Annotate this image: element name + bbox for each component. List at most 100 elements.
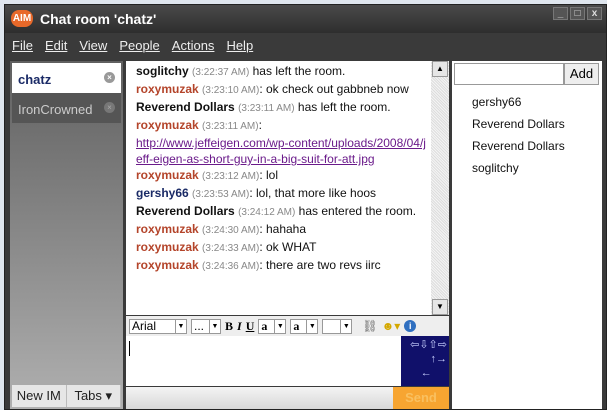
sender-name[interactable]: roxymuzak: [136, 258, 199, 272]
timestamp: (3:24:33 AM): [202, 243, 260, 254]
message-text: has entered the room.: [295, 204, 417, 218]
italic-button[interactable]: I: [237, 319, 242, 334]
sender-name[interactable]: soglitchy: [136, 64, 189, 78]
message-text: has left the room.: [294, 100, 391, 114]
people-panel: Add gershy66 Reverend Dollars Reverend Dol…: [452, 61, 602, 409]
chat-window: AIM Chat room 'chatz' _ □ x File Edit Vi…: [4, 4, 607, 410]
chat-message: gershy66 (3:23:53 AM): lol, that more li…: [136, 185, 431, 203]
chat-scrollbar[interactable]: ▲ ▼: [431, 61, 449, 315]
menu-actions[interactable]: Actions: [172, 38, 215, 53]
font-select[interactable]: Arial ▼: [129, 318, 187, 334]
scroll-up-icon[interactable]: ▲: [432, 61, 448, 77]
style-select[interactable]: ▼: [322, 318, 353, 334]
chat-message: roxymuzak (3:23:12 AM): lol: [136, 167, 431, 185]
chat-message: roxymuzak (3:23:10 AM): ok check out gab…: [136, 81, 431, 99]
person-item[interactable]: Reverend Dollars: [472, 113, 565, 135]
person-item[interactable]: Reverend Dollars: [472, 135, 565, 157]
chevron-down-icon: ▼: [175, 319, 186, 333]
timestamp: (3:23:10 AM): [202, 85, 260, 96]
menu-people[interactable]: People: [119, 38, 159, 53]
size-value: ...: [194, 319, 205, 333]
close-button[interactable]: x: [587, 7, 602, 20]
chat-message: Reverend Dollars (3:23:11 AM) has left t…: [136, 99, 431, 117]
tab-ironcrowned[interactable]: IronCrowned ×: [12, 93, 121, 123]
font-value: Arial: [132, 319, 157, 333]
timestamp: (3:23:11 AM): [238, 103, 295, 114]
message-text: : lol: [259, 168, 278, 182]
message-text: : lol, that more like hoos: [249, 186, 377, 200]
add-person-input[interactable]: [454, 63, 564, 85]
message-text: has left the room.: [249, 64, 346, 78]
message-text: :: [258, 118, 262, 132]
sender-name[interactable]: roxymuzak: [136, 222, 199, 236]
menu-file[interactable]: File: [12, 38, 33, 53]
chat-message: roxymuzak (3:23:11 AM): http://www.jeffei…: [136, 117, 431, 167]
person-item[interactable]: soglitchy: [472, 157, 565, 179]
link-icon[interactable]: ⛓: [362, 319, 377, 333]
menu-view[interactable]: View: [79, 38, 107, 53]
tab-label: IronCrowned: [18, 102, 93, 117]
close-tab-icon[interactable]: ×: [104, 102, 115, 113]
message-text: : ok WHAT: [259, 240, 317, 254]
smiley-icon[interactable]: ☻▾: [382, 319, 401, 333]
timestamp: (3:23:53 AM): [192, 189, 250, 200]
maximize-button[interactable]: □: [570, 7, 585, 20]
sender-name[interactable]: gershy66: [136, 186, 189, 200]
menu-bar: File Edit View People Actions Help: [5, 34, 606, 56]
people-list: gershy66 Reverend Dollars Reverend Dollars…: [472, 91, 565, 179]
title-bar[interactable]: AIM Chat room 'chatz' _ □ x: [5, 5, 606, 33]
chevron-down-icon: ▼: [209, 319, 220, 333]
chevron-down-icon: ▼: [306, 319, 317, 333]
chevron-down-icon: ▼: [274, 319, 285, 333]
timestamp: (3:23:12 AM): [202, 171, 260, 182]
close-tab-icon[interactable]: ×: [104, 72, 115, 83]
timestamp: (3:24:12 AM): [238, 207, 296, 218]
sender-name[interactable]: roxymuzak: [136, 240, 199, 254]
message-text: : ok check out gabbneb now: [259, 82, 409, 96]
tab-sidebar: chatz × IronCrowned × New IM Tabs ▾: [10, 61, 123, 409]
person-item[interactable]: gershy66: [472, 91, 565, 113]
text-color-value: a: [261, 318, 268, 333]
message-text: : hahaha: [259, 222, 307, 236]
scroll-down-icon[interactable]: ▼: [432, 299, 448, 315]
chat-message: Reverend Dollars (3:24:12 AM) has entere…: [136, 203, 431, 221]
chat-message: roxymuzak (3:24:30 AM): hahaha: [136, 221, 431, 239]
chat-message: soglitchy (3:22:37 AM) has left the room…: [136, 63, 431, 81]
text-caret: [129, 341, 130, 356]
info-icon[interactable]: i: [404, 320, 417, 332]
bg-color-value: a: [293, 318, 300, 333]
timestamp: (3:23:11 AM): [202, 121, 259, 132]
menu-help[interactable]: Help: [226, 38, 253, 53]
message-input[interactable]: ⇦⇩⇧⇨ ↑→ ←: [126, 336, 449, 386]
size-select[interactable]: ... ▼: [191, 318, 221, 334]
bold-button[interactable]: B: [225, 319, 233, 334]
chat-log: soglitchy (3:22:37 AM) has left the room…: [126, 61, 431, 315]
chat-message: roxymuzak (3:24:36 AM): there are two re…: [136, 257, 431, 275]
tab-chatz[interactable]: chatz ×: [12, 63, 121, 93]
sender-name[interactable]: Reverend Dollars: [136, 100, 235, 114]
text-color-button[interactable]: a ▼: [258, 318, 287, 334]
window-title: Chat room 'chatz': [40, 11, 157, 27]
message-link[interactable]: http://www.jeffeigen.com/wp-content/uplo…: [136, 136, 426, 166]
sender-name[interactable]: Reverend Dollars: [136, 204, 235, 218]
sender-name[interactable]: roxymuzak: [136, 118, 199, 132]
format-toolbar: Arial ▼ ... ▼ B I U a ▼ a ▼ ▼ ⛓ ☻▾ i: [126, 316, 449, 336]
add-button[interactable]: Add: [564, 63, 599, 85]
background-color-button[interactable]: a ▼: [290, 318, 319, 334]
chat-message: roxymuzak (3:24:33 AM): ok WHAT: [136, 239, 431, 257]
new-im-button[interactable]: New IM: [12, 385, 67, 407]
sender-name[interactable]: roxymuzak: [136, 82, 199, 96]
timestamp: (3:24:30 AM): [202, 225, 260, 236]
message-text: : there are two revs iirc: [259, 258, 381, 272]
menu-edit[interactable]: Edit: [45, 38, 67, 53]
buddy-icon-image: ⇦⇩⇧⇨ ↑→ ←: [401, 336, 449, 386]
aim-logo-icon: AIM: [11, 10, 33, 27]
timestamp: (3:24:36 AM): [202, 261, 260, 272]
tab-label: chatz: [18, 72, 52, 87]
minimize-button[interactable]: _: [553, 7, 568, 20]
timestamp: (3:22:37 AM): [192, 67, 250, 78]
underline-button[interactable]: U: [246, 319, 255, 334]
tabs-menu-button[interactable]: Tabs ▾: [67, 385, 121, 407]
send-button[interactable]: Send: [393, 387, 449, 409]
sender-name[interactable]: roxymuzak: [136, 168, 199, 182]
